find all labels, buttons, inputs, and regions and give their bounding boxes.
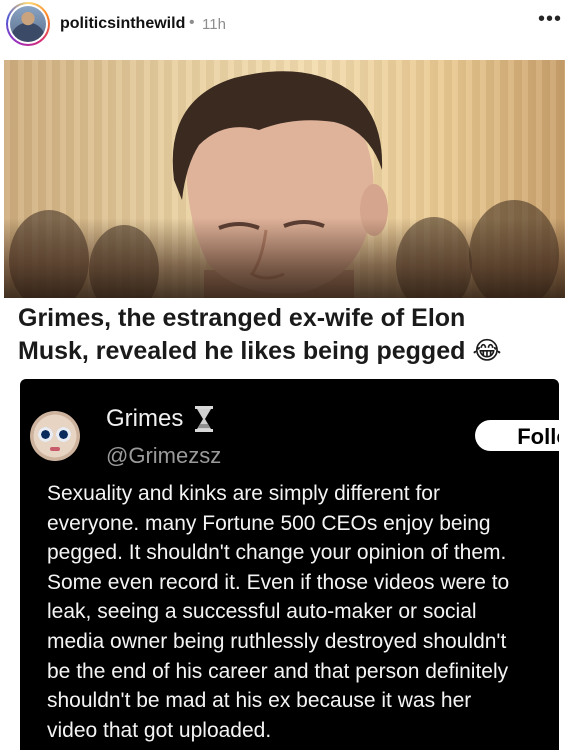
follow-button[interactable]: Follo [475, 420, 559, 451]
tweet-line: Some even record it. Even if those video… [47, 570, 510, 594]
headline-line-2: Musk, revealed he likes being pegged 😂 [18, 337, 502, 365]
tweet-line: video that got uploaded. [47, 718, 272, 742]
tweet-line: be the end of his career and that person… [47, 659, 509, 683]
post-header: politicsinthewild • 11h ••• [0, 0, 573, 52]
tweet-line: shouldn't be mad at his ex because it wa… [47, 689, 472, 713]
tweet-line: leak, seeing a successful auto-maker or … [47, 600, 477, 624]
avatar-image [10, 6, 46, 42]
glasses-right [56, 427, 71, 442]
more-horizontal-icon[interactable]: ••• [538, 8, 562, 31]
profile-avatar[interactable] [6, 2, 50, 46]
tweet-handle[interactable]: @Grimezsz [106, 443, 221, 469]
post-headline: Grimes, the estranged ex-wife of Elon Mu… [18, 302, 558, 368]
tweet-line: media owner being ruthlessly destroyed s… [47, 629, 507, 653]
tweet-line: pegged. It shouldn't change your opinion… [47, 541, 507, 565]
post-photo[interactable] [4, 60, 565, 298]
tweet-text: Sexuality and kinks are simply different… [47, 479, 547, 745]
tweet-author-name[interactable]: Grimes [106, 405, 183, 433]
post-time[interactable]: 11h [202, 16, 226, 33]
tweet-card: Grimes @Grimezsz Follo Sexuality and kin… [20, 379, 559, 750]
hourglass-icon [195, 406, 213, 432]
tweet-avatar[interactable] [30, 411, 80, 461]
headline-line-1: Grimes, the estranged ex-wife of Elon [18, 304, 466, 332]
separator-dot: • [189, 14, 195, 31]
glasses-left [38, 427, 53, 442]
username[interactable]: politicsinthewild [60, 15, 185, 33]
tweet-line: everyone. many Fortune 500 CEOs enjoy be… [47, 511, 491, 535]
tweet-line: Sexuality and kinks are simply different… [47, 482, 440, 505]
